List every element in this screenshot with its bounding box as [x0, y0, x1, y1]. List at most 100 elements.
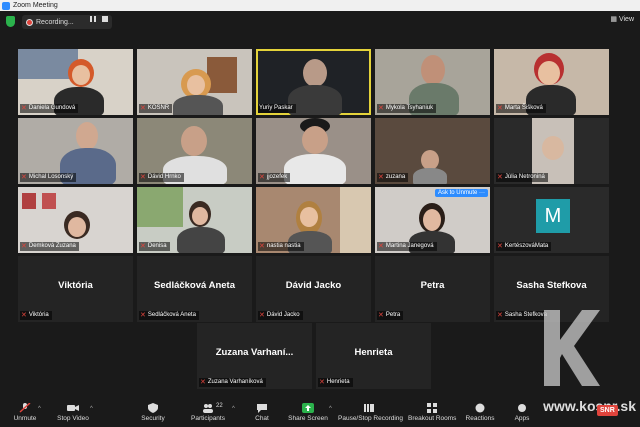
grid-view-icon: ▦ — [610, 16, 617, 23]
muted-mic-icon: ✕ — [140, 243, 146, 250]
participants-count: 22 — [216, 403, 223, 409]
muted-mic-icon: ✕ — [497, 243, 503, 250]
security-shield-icon[interactable] — [6, 16, 15, 27]
stop-video-button[interactable]: Stop Video — [54, 400, 92, 427]
chat-bubble-icon — [257, 404, 267, 413]
apps-icon — [518, 404, 526, 412]
no-video-tile[interactable]: Sedláčková Aneta ✕ Sedláčková Aneta — [137, 256, 252, 322]
participant-display-name: Dávid Jacko — [285, 280, 342, 291]
shield-icon — [148, 403, 158, 413]
muted-microphone-icon — [19, 403, 31, 413]
no-video-tile[interactable]: Viktória ✕ Viktória — [18, 256, 133, 322]
stop-recording-icon[interactable] — [100, 15, 110, 23]
muted-mic-icon: ✕ — [319, 379, 325, 386]
reactions-button[interactable]: Reactions — [464, 400, 496, 427]
no-video-tile[interactable]: Henrieta ✕ Henrieta — [316, 323, 431, 389]
video-tile[interactable]: ✕ Denisa — [137, 187, 252, 253]
video-tile[interactable]: ✕ Daniela Gundová — [18, 49, 133, 115]
no-video-tile[interactable]: Petra ✕ Petra — [375, 256, 490, 322]
video-tile[interactable]: ✕ jjozefek — [256, 118, 371, 184]
share-screen-icon — [302, 403, 314, 413]
participant-name-tag: ✕ jjozefek — [258, 173, 291, 182]
share-options-chevron-icon[interactable]: ^ — [329, 406, 332, 412]
ask-to-unmute-button[interactable]: Ask to Unmute ··· — [434, 189, 488, 197]
meeting-topbar: Recording... ▦ View — [0, 11, 640, 33]
participant-name-tag: ✕ Marta Šišková — [496, 104, 546, 113]
smiley-icon — [475, 403, 485, 413]
video-options-chevron-icon[interactable]: ^ — [90, 406, 93, 412]
participant-name-tag: ✕ Dávid Hrnko — [139, 173, 184, 182]
participant-name-tag: ✕ Daniela Gundová — [20, 104, 79, 113]
participant-display-name: Petra — [420, 280, 445, 291]
muted-mic-icon: ✕ — [497, 174, 503, 181]
video-tile[interactable]: ✕ Michal Losonský — [18, 118, 133, 184]
participant-name-tag: Yuriy Paskar — [258, 104, 296, 113]
participant-name-tag: ✕ Michal Losonský — [20, 173, 77, 182]
kosnr-badge: SNR — [597, 405, 618, 416]
recording-label: Recording... — [36, 18, 74, 26]
participant-avatar: M — [536, 199, 570, 233]
video-tile[interactable]: ✕ zuzana — [375, 118, 490, 184]
pause-stop-icon — [364, 404, 374, 412]
audio-options-chevron-icon[interactable]: ^ — [38, 406, 41, 412]
video-tile[interactable]: ✕ Dávid Hrnko — [137, 118, 252, 184]
muted-mic-icon: ✕ — [140, 312, 146, 319]
window-titlebar: Zoom Meeting — [0, 0, 640, 11]
muted-mic-icon: ✕ — [200, 379, 206, 386]
video-tile[interactable]: ✕ Marta Šišková — [494, 49, 609, 115]
muted-mic-icon: ✕ — [378, 312, 384, 319]
video-tile-active-speaker[interactable]: Yuriy Paskar — [256, 49, 371, 115]
participant-name-tag: ✕ Henrieta — [318, 378, 353, 387]
muted-mic-icon: ✕ — [140, 105, 146, 112]
pause-recording-icon[interactable] — [88, 15, 98, 23]
participant-name-tag: ✕ Demková Zuzana — [20, 242, 79, 251]
muted-mic-icon: ✕ — [378, 105, 384, 112]
muted-mic-icon: ✕ — [378, 243, 384, 250]
muted-mic-icon: ✕ — [497, 105, 503, 112]
muted-mic-icon: ✕ — [497, 312, 503, 319]
recording-dot-icon — [26, 18, 33, 26]
muted-mic-icon: ✕ — [259, 312, 265, 319]
video-tile[interactable]: ✕ Demková Zuzana — [18, 187, 133, 253]
unmute-button[interactable]: Unmute — [8, 400, 42, 427]
participants-icon — [203, 404, 213, 413]
video-camera-icon — [67, 405, 79, 411]
view-button[interactable]: ▦ View — [610, 15, 634, 23]
muted-mic-icon: ✕ — [140, 174, 146, 181]
muted-mic-icon: ✕ — [259, 243, 265, 250]
participant-name-tag: ✕ KertészováMata — [496, 242, 552, 251]
apps-button[interactable]: Apps — [508, 400, 536, 427]
video-tile[interactable]: ✕ Mykola Tsyhaniuk — [375, 49, 490, 115]
video-tile[interactable]: Ask to Unmute ··· ✕ Martina Janegová — [375, 187, 490, 253]
participant-display-name: Viktória — [58, 280, 93, 291]
participant-name-tag: ✕ KOSNR — [139, 104, 173, 113]
participant-name-tag: ✕ Zuzana Varhaníková — [199, 378, 266, 387]
kosnr-website-watermark: www.kosnr.sk — [543, 398, 636, 414]
breakout-rooms-icon — [427, 403, 437, 413]
participant-display-name: Zuzana Varhaní... — [215, 347, 294, 358]
participant-name-tag: ✕ Martina Janegová — [377, 242, 437, 251]
participant-display-name: Henrieta — [354, 347, 393, 358]
muted-mic-icon: ✕ — [21, 312, 27, 319]
zoom-logo-icon — [2, 1, 10, 10]
video-tile[interactable]: ✕ nastia nastia — [256, 187, 371, 253]
pause-stop-recording-button[interactable]: Pause/Stop Recording — [338, 400, 403, 427]
participant-name-tag: ✕ Denisa — [139, 242, 170, 251]
no-video-tile[interactable]: Dávid Jacko ✕ Dávid Jacko — [256, 256, 371, 322]
video-tile[interactable]: ✕ Júlia Netroniná — [494, 118, 609, 184]
muted-mic-icon: ✕ — [378, 174, 384, 181]
participant-name-tag: ✕ Dávid Jacko — [258, 311, 303, 320]
breakout-rooms-button[interactable]: Breakout Rooms — [408, 400, 456, 427]
window-title: Zoom Meeting — [13, 2, 58, 9]
video-tile[interactable]: M ✕ KertészováMata — [494, 187, 609, 253]
muted-mic-icon: ✕ — [21, 174, 27, 181]
security-button[interactable]: Security — [136, 400, 170, 427]
share-screen-button[interactable]: Share Screen — [288, 400, 328, 427]
participant-name-tag: ✕ zuzana — [377, 173, 409, 182]
video-tile[interactable]: ✕ KOSNR — [137, 49, 252, 115]
participant-name-tag: ✕ Sedláčková Aneta — [139, 311, 199, 320]
chat-button[interactable]: Chat — [250, 400, 274, 427]
no-video-tile[interactable]: Zuzana Varhaní... ✕ Zuzana Varhaníková — [197, 323, 312, 389]
participants-options-chevron-icon[interactable]: ^ — [232, 406, 235, 412]
kosnr-k-logo-icon — [544, 310, 600, 386]
